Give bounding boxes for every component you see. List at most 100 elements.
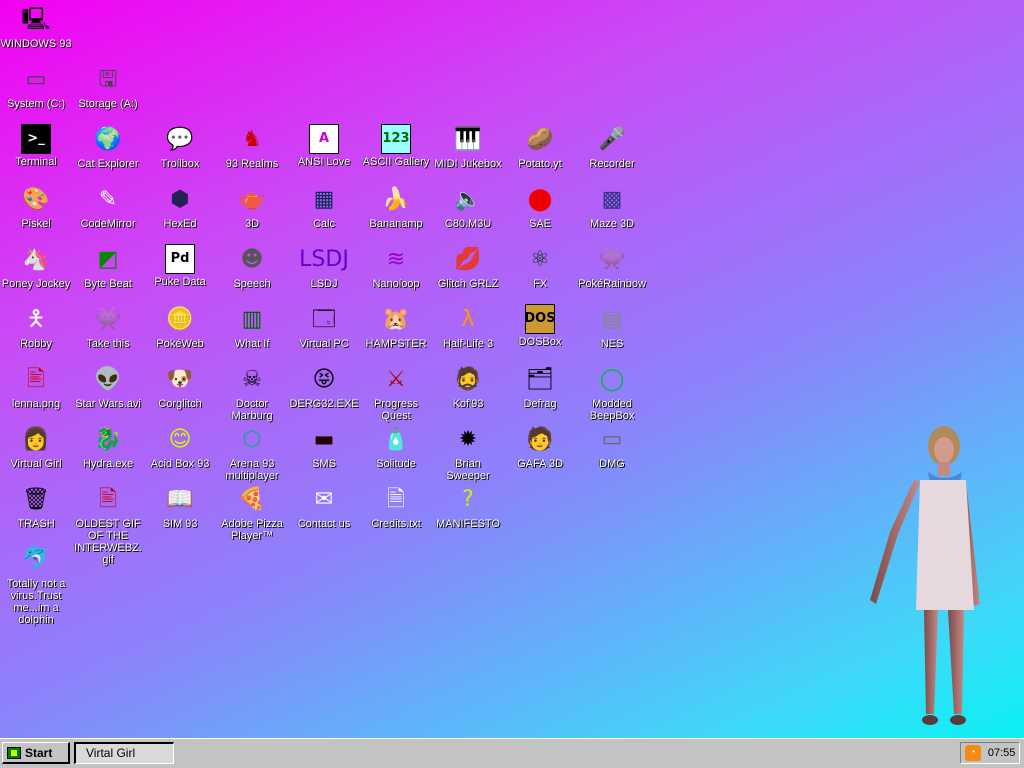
desktop-icon-derg32-exe[interactable]: 😝 DERG32.EXE [288,364,360,410]
virtual-girl-icon: 👩 [22,427,50,452]
start-button[interactable]: Start [2,742,70,764]
desktop-icon-arena-93-multiplayer[interactable]: ⬡ Arena 93 multiplayer [216,424,288,482]
desktop-icon-label: Credits.txt [371,518,421,530]
desktop-icon-recorder[interactable]: 🎤 Recorder [576,124,648,170]
desktop-icon-nanoloop[interactable]: ≋ Nanoloop [360,244,432,290]
robby-icon: 🯅 [26,307,46,332]
rss-icon[interactable]: ◔ [964,745,981,761]
cat-explorer-icon: 🌍 [94,127,122,152]
desktop-icon-hydra-exe[interactable]: 🐉 Hydra.exe [72,424,144,470]
desktop-icon-byte-beat[interactable]: ◩ Byte Beat [72,244,144,290]
desktop-icon-label: What If [234,338,270,350]
doctor-marburg-icon: ☠ [242,367,262,392]
desktop-icon-label: Cat Explorer [77,158,139,170]
desktop-icon-calc[interactable]: ▦ Calc [288,184,360,230]
desktop-icon-adobe-pizza-player[interactable]: 🍕 Adobe Pizza Player™ [216,484,288,542]
desktop-icon-totally-not-a-virus-trust-me-im-a-dolphin[interactable]: 🐬 Totally not a virus.Trust me...im a dol… [0,544,72,626]
desktop-icon-system-c[interactable]: ▭ System (C:) [0,64,72,110]
desktop-icon-label: Modded BeepBox [589,398,635,422]
desktop-icon-label: SMS [312,458,336,470]
desktop-icon-pok-rainbow[interactable]: 👾 PokéRainbow [576,244,648,290]
desktop-icon-modded-beepbox[interactable]: ◯ Modded BeepBox [576,364,648,422]
adobe-pizza-player-icon: 🍕 [238,487,266,512]
windows-93-icon: 🖳 [21,7,51,32]
desktop-icon-storage-a[interactable]: 🖫 Storage (A:) [72,64,144,110]
desktop-icon-label: Maze 3D [589,218,635,230]
desktop-icon-c80-m3u[interactable]: 🔈 C80.M3U [432,184,504,230]
desktop-icon-sms[interactable]: ▬ SMS [288,424,360,470]
desktop-icon-hexed[interactable]: ⬢ HexEd [144,184,216,230]
desktop-icon-trollbox[interactable]: 💬 Trollbox [144,124,216,170]
desktop-icon-star-wars-avi[interactable]: 👽 Star Wars.avi [72,364,144,410]
desktop-icon-brian-sweeper[interactable]: ✹ Brian Sweeper [432,424,504,482]
desktop-icon-hampster[interactable]: 🐹 HAMPSTER [360,304,432,350]
nes-icon: ▤ [601,307,623,332]
desktop-icon-solitude[interactable]: 🧴 Solitude [360,424,432,470]
desktop-icon-label: lenna.png [11,398,61,410]
desktop-icon-robby[interactable]: 🯅 Robby [0,304,72,350]
desktop-icon-lenna-png[interactable]: 🖹 lenna.png [0,364,72,410]
desktop-icon-corglitch[interactable]: 🐶 Corglitch [144,364,216,410]
desktop-icon-label: LSDJ [310,278,338,290]
desktop-icon-progress-quest[interactable]: ⚔ Progress Quest [360,364,432,422]
potato-yt-icon: 🥔 [526,127,554,152]
desktop-icon-ascii-gallery[interactable]: 123 ASCII Gallery [360,124,432,168]
desktop-icon-what-if[interactable]: ▥ What If [216,304,288,350]
desktop-icon-sae[interactable]: ⬤ SAE [504,184,576,230]
desktop-icon-sim-93[interactable]: 📖 SIM 93 [144,484,216,530]
desktop-icon-3d[interactable]: 🫖 3D [216,184,288,230]
desktop-icon-poney-jockey[interactable]: 🦄 Poney Jockey [0,244,72,290]
desktop-icon-bananamp[interactable]: 🍌 Bananamp [360,184,432,230]
desktop-icon-lsdj[interactable]: LSDJ LSDJ [288,244,360,290]
kof-93-icon: 🧔 [454,367,482,392]
desktop-icon-cat-explorer[interactable]: 🌍 Cat Explorer [72,124,144,170]
glitch-grlz-icon: 💋 [454,247,482,272]
virtual-pc-icon: 🗔 [312,307,336,332]
desktop-icon-label: DMG [599,458,625,470]
desktop-icon-speech[interactable]: ☻ Speech [216,244,288,290]
desktop-icon-oldest-gif-of-the-interwebz-gif[interactable]: 🖹 OLDEST GIF OF THE INTERWEBZ.gif [72,484,144,566]
desktop-icon-label: 93 Realms [225,158,279,170]
taskbar-item-virtual-girl[interactable]: Virtal Girl [74,742,174,764]
desktop-icon-virtual-pc[interactable]: 🗔 Virtual PC [288,304,360,350]
desktop-icon-ansi-love[interactable]: A ANSI Love [288,124,360,168]
desktop-icon-nes[interactable]: ▤ NES [576,304,648,350]
desktop-icon-fx[interactable]: ⚛ FX [504,244,576,290]
virtual-girl-figure[interactable] [862,424,986,738]
dmg-icon: ▭ [601,427,623,452]
desktop-icon-defrag[interactable]: 🗂 Defrag [504,364,576,410]
desktop-icon-windows-93[interactable]: 🖳 WINDOWS 93 [0,4,72,50]
recorder-icon: 🎤 [598,127,626,152]
desktop-icon-potato-yt[interactable]: 🥔 Potato.yt [504,124,576,170]
desktop-icon-credits-txt[interactable]: 🗎 Credits.txt [360,484,432,530]
gafa-3d-icon: 🧑 [526,427,554,452]
desktop-icon-doctor-marburg[interactable]: ☠ Doctor Marburg [216,364,288,422]
desktop-icon-label: PokéRainbow [578,278,646,290]
bananamp-icon: 🍌 [382,187,410,212]
desktop-icon-virtual-girl[interactable]: 👩 Virtual Girl [0,424,72,470]
desktop-icon-dosbox[interactable]: DOS DOSBox [504,304,576,348]
start-label: Start [25,745,53,760]
acid-box-93-icon: 😊 [168,427,192,452]
what-if-icon: ▥ [241,307,263,332]
desktop-icon-take-this[interactable]: 👾 Take this [72,304,144,350]
desktop-icon-label: Star Wars.avi [75,398,141,410]
desktop-icon-pok-web[interactable]: 🪙 PokéWeb [144,304,216,350]
desktop-icon-half-life-3[interactable]: λ Half-Life 3 [432,304,504,350]
desktop-icon-label: C80.M3U [444,218,492,230]
desktop-icon-manifesto[interactable]: ? MANIFESTO [432,484,504,530]
desktop-icon-glitch-grlz[interactable]: 💋 Glitch GRLZ [432,244,504,290]
desktop-icon-midi-jukebox[interactable]: 🎹 MIDI Jukebox [432,124,504,170]
desktop-icon-piskel[interactable]: 🎨 Piskel [0,184,72,230]
desktop-icon-kof-93[interactable]: 🧔 Kof'93 [432,364,504,410]
desktop-icon-trash[interactable]: 🗑 TRASH [0,484,72,530]
desktop-icon-contact-us[interactable]: ✉ Contact us [288,484,360,530]
desktop-icon-93-realms[interactable]: ♞ 93 Realms [216,124,288,170]
desktop-icon-puke-data[interactable]: Pd Puke Data [144,244,216,288]
desktop-icon-dmg[interactable]: ▭ DMG [576,424,648,470]
desktop-icon-maze-3d[interactable]: ▩ Maze 3D [576,184,648,230]
desktop-icon-gafa-3d[interactable]: 🧑 GAFA 3D [504,424,576,470]
desktop-icon-codemirror[interactable]: ✎ CodeMirror [72,184,144,230]
desktop-icon-terminal[interactable]: >_ Terminal [0,124,72,168]
desktop-icon-acid-box-93[interactable]: 😊 Acid Box 93 [144,424,216,470]
